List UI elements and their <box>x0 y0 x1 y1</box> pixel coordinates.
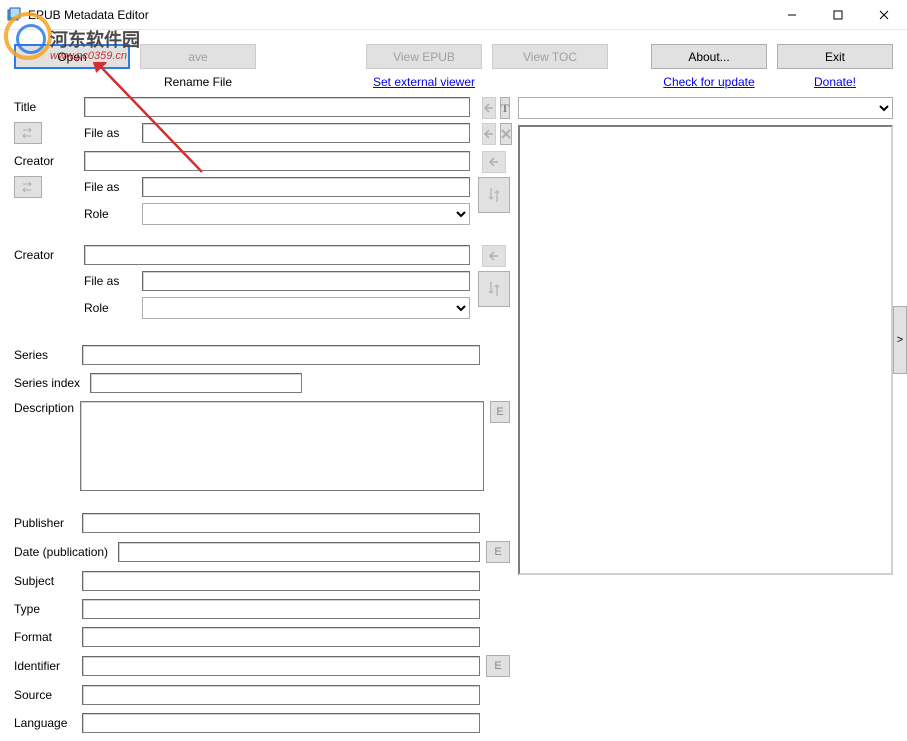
view-epub-button[interactable]: View EPUB <box>366 44 482 69</box>
app-icon <box>6 7 22 23</box>
creator2-input[interactable] <box>84 245 470 265</box>
type-label: Type <box>14 602 76 616</box>
format-label: Format <box>14 630 76 644</box>
swap-creator1-button[interactable] <box>14 176 42 198</box>
creator2-back-icon[interactable] <box>482 245 506 267</box>
view-toc-button[interactable]: View TOC <box>492 44 608 69</box>
description-edit-button[interactable]: E <box>490 401 510 423</box>
creator1-back-icon[interactable] <box>482 151 506 173</box>
maximize-button[interactable] <box>815 0 861 30</box>
set-external-viewer-link[interactable]: Set external viewer <box>373 75 475 89</box>
identifier-label: Identifier <box>14 659 76 673</box>
series-input[interactable] <box>82 345 480 365</box>
creator1-fileas-label: File as <box>84 180 134 194</box>
creator1-role-label: Role <box>84 207 134 221</box>
creator2-role-select[interactable] <box>142 297 470 319</box>
date-pub-input[interactable] <box>118 542 480 562</box>
close-button[interactable] <box>861 0 907 30</box>
title-fileas-label: File as <box>84 126 134 140</box>
type-input[interactable] <box>82 599 480 619</box>
window-title: EPUB Metadata Editor <box>28 8 769 22</box>
save-button[interactable]: ave <box>140 44 256 69</box>
creator1-fileas-input[interactable] <box>142 177 470 197</box>
creator2-swap-button[interactable] <box>478 271 510 307</box>
date-pub-label: Date (publication) <box>14 545 112 559</box>
rename-file-link[interactable]: Rename File <box>164 75 232 89</box>
publisher-input[interactable] <box>82 513 480 533</box>
series-label: Series <box>14 348 76 362</box>
identifier-edit-button[interactable]: E <box>486 655 510 677</box>
title-back-icon[interactable] <box>482 97 496 119</box>
creator1-role-select[interactable] <box>142 203 470 225</box>
exit-button[interactable]: Exit <box>777 44 893 69</box>
open-button[interactable]: Open <box>14 44 130 69</box>
publisher-label: Publisher <box>14 516 76 530</box>
creator1-input[interactable] <box>84 151 470 171</box>
donate-link[interactable]: Donate! <box>814 75 856 89</box>
source-label: Source <box>14 688 76 702</box>
minimize-button[interactable] <box>769 0 815 30</box>
description-label: Description <box>14 401 74 415</box>
source-input[interactable] <box>82 685 480 705</box>
link-row: Rename File Set external viewer Check fo… <box>0 73 907 97</box>
cover-preview <box>518 125 893 575</box>
creator2-fileas-label: File as <box>84 274 134 288</box>
expand-handle[interactable]: > <box>893 306 907 374</box>
check-update-link[interactable]: Check for update <box>663 75 754 89</box>
date-edit-button[interactable]: E <box>486 541 510 563</box>
language-input[interactable] <box>82 713 480 733</box>
creator2-role-label: Role <box>84 301 134 315</box>
creator1-label: Creator <box>14 154 54 168</box>
subject-label: Subject <box>14 574 76 588</box>
language-label: Language <box>14 716 76 730</box>
description-input[interactable] <box>80 401 484 491</box>
series-index-label: Series index <box>14 376 84 390</box>
title-fileas-input[interactable] <box>142 123 470 143</box>
swap-title-button[interactable] <box>14 122 42 144</box>
title-label: Title <box>14 100 36 114</box>
title-fileas-back-icon[interactable] <box>482 123 496 145</box>
about-button[interactable]: About... <box>651 44 767 69</box>
series-index-input[interactable] <box>90 373 302 393</box>
subject-input[interactable] <box>82 571 480 591</box>
toolbar: Open ave View EPUB View TOC About... Exi… <box>0 30 907 73</box>
creator2-label: Creator <box>14 248 54 262</box>
title-input[interactable] <box>84 97 470 117</box>
creator2-fileas-input[interactable] <box>142 271 470 291</box>
format-input[interactable] <box>82 627 480 647</box>
title-clear-button[interactable] <box>500 123 512 145</box>
creator-swap-button[interactable] <box>478 177 510 213</box>
cover-select[interactable] <box>518 97 893 119</box>
titlebar: EPUB Metadata Editor <box>0 0 907 30</box>
title-format-button[interactable]: T <box>500 97 510 119</box>
identifier-input[interactable] <box>82 656 480 676</box>
